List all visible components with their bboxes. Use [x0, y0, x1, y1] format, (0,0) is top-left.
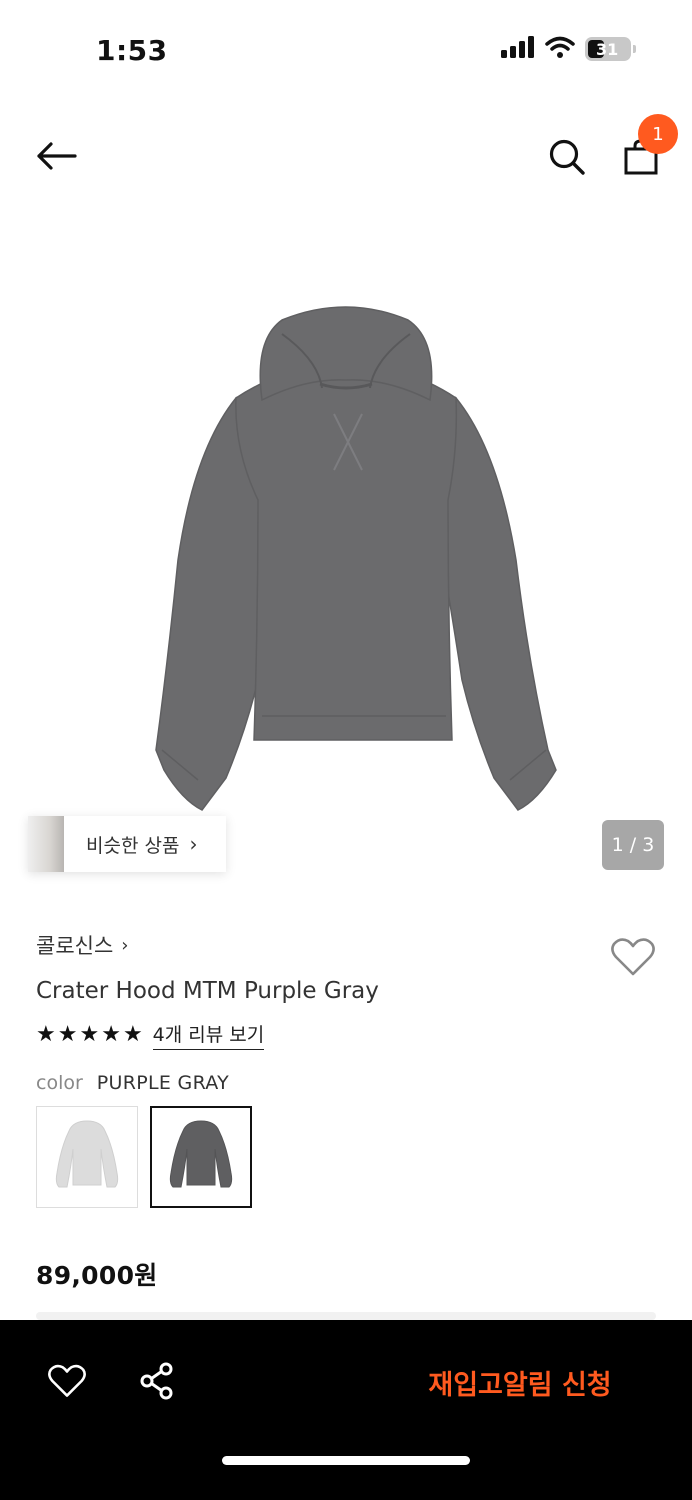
- hoodie-thumbnail: [55, 1120, 119, 1188]
- color-swatch-light-gray[interactable]: [36, 1106, 138, 1208]
- bottom-action-bar: 재입고알림 신청: [0, 1320, 692, 1500]
- search-icon: [549, 139, 585, 175]
- product-price: 89,000원: [36, 1261, 158, 1290]
- color-value: PURPLE GRAY: [96, 1072, 230, 1094]
- color-swatches: [36, 1106, 656, 1208]
- wifi-icon: [545, 36, 575, 62]
- rating-row: ★ ★ ★ ★ ★ 4개 리뷰 보기: [36, 1020, 656, 1050]
- status-time: 1:53: [96, 34, 168, 67]
- hoodie-thumbnail: [169, 1120, 233, 1188]
- star-icon: ★: [79, 1022, 100, 1047]
- status-icons: 31: [501, 36, 636, 62]
- color-label: color: [36, 1072, 83, 1094]
- bottom-wishlist-button[interactable]: [44, 1358, 90, 1404]
- home-indicator[interactable]: [222, 1456, 470, 1465]
- top-nav: [0, 110, 692, 206]
- product-name: Crater Hood MTM Purple Gray: [36, 978, 379, 1004]
- battery-level: 31: [596, 39, 619, 59]
- rating-stars: ★ ★ ★ ★ ★: [36, 1024, 143, 1046]
- color-row: color PURPLE GRAY: [36, 1072, 656, 1094]
- brand-link[interactable]: 콜로신스 ›: [36, 930, 128, 960]
- heart-icon: [611, 938, 655, 976]
- cart-badge: 1: [638, 114, 678, 154]
- star-icon: ★: [57, 1022, 78, 1047]
- star-icon: ★: [122, 1022, 143, 1047]
- product-info: 콜로신스 › Crater Hood MTM Purple Gray ★ ★ ★…: [36, 930, 656, 1292]
- section-divider: [36, 1312, 656, 1320]
- similar-products-button[interactable]: 비슷한 상품 ›: [28, 816, 226, 872]
- similar-product-thumbnail: [28, 816, 64, 872]
- star-icon: ★: [101, 1022, 121, 1047]
- product-image[interactable]: [0, 230, 692, 890]
- brand-name: 콜로신스: [36, 934, 114, 958]
- cellular-signal-icon: [501, 36, 535, 62]
- share-button[interactable]: [134, 1358, 180, 1404]
- search-button[interactable]: [542, 132, 592, 182]
- restock-alert-button[interactable]: 재입고알림 신청: [400, 1358, 640, 1406]
- wishlist-button[interactable]: [610, 936, 656, 980]
- hoodie-image: [155, 306, 557, 811]
- chevron-right-icon: ›: [189, 832, 198, 856]
- color-swatch-purple-gray[interactable]: [150, 1106, 252, 1208]
- similar-products-label: 비슷한 상품: [86, 834, 180, 857]
- back-button[interactable]: [30, 134, 82, 178]
- battery-icon: 31: [585, 37, 631, 61]
- share-icon: [140, 1362, 173, 1400]
- heart-icon: [48, 1364, 86, 1397]
- image-page-indicator: 1 / 3: [602, 820, 664, 870]
- chevron-right-icon: ›: [121, 934, 129, 956]
- arrow-left-icon: [37, 142, 77, 170]
- view-reviews-link[interactable]: 4개 리뷰 보기: [152, 1020, 265, 1050]
- star-icon: ★: [36, 1022, 56, 1047]
- status-bar: 1:53 31: [0, 0, 692, 100]
